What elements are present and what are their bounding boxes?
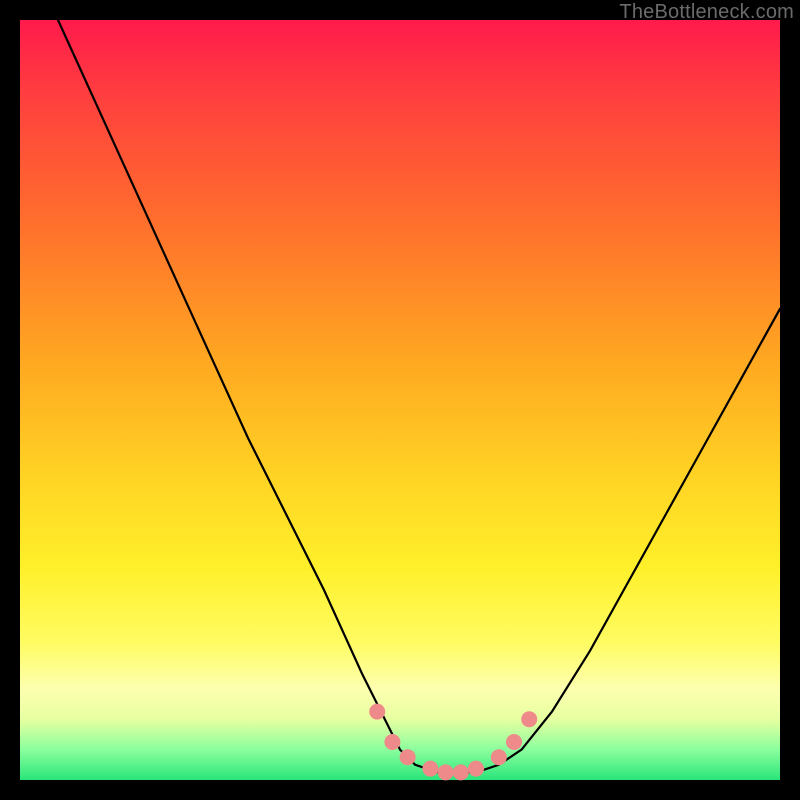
curve-marker xyxy=(422,761,438,777)
marker-group xyxy=(369,704,537,781)
curve-marker xyxy=(400,749,416,765)
watermark-text: TheBottleneck.com xyxy=(619,1,794,24)
curve-layer xyxy=(20,20,780,780)
curve-marker xyxy=(438,764,454,780)
curve-marker xyxy=(491,749,507,765)
curve-marker xyxy=(384,734,400,750)
bottleneck-curve xyxy=(58,20,780,772)
chart-frame: TheBottleneck.com xyxy=(0,0,800,800)
curve-marker xyxy=(369,704,385,720)
plot-area xyxy=(20,20,780,780)
curve-marker xyxy=(468,761,484,777)
curve-marker xyxy=(453,764,469,780)
curve-marker xyxy=(521,711,537,727)
curve-marker xyxy=(506,734,522,750)
